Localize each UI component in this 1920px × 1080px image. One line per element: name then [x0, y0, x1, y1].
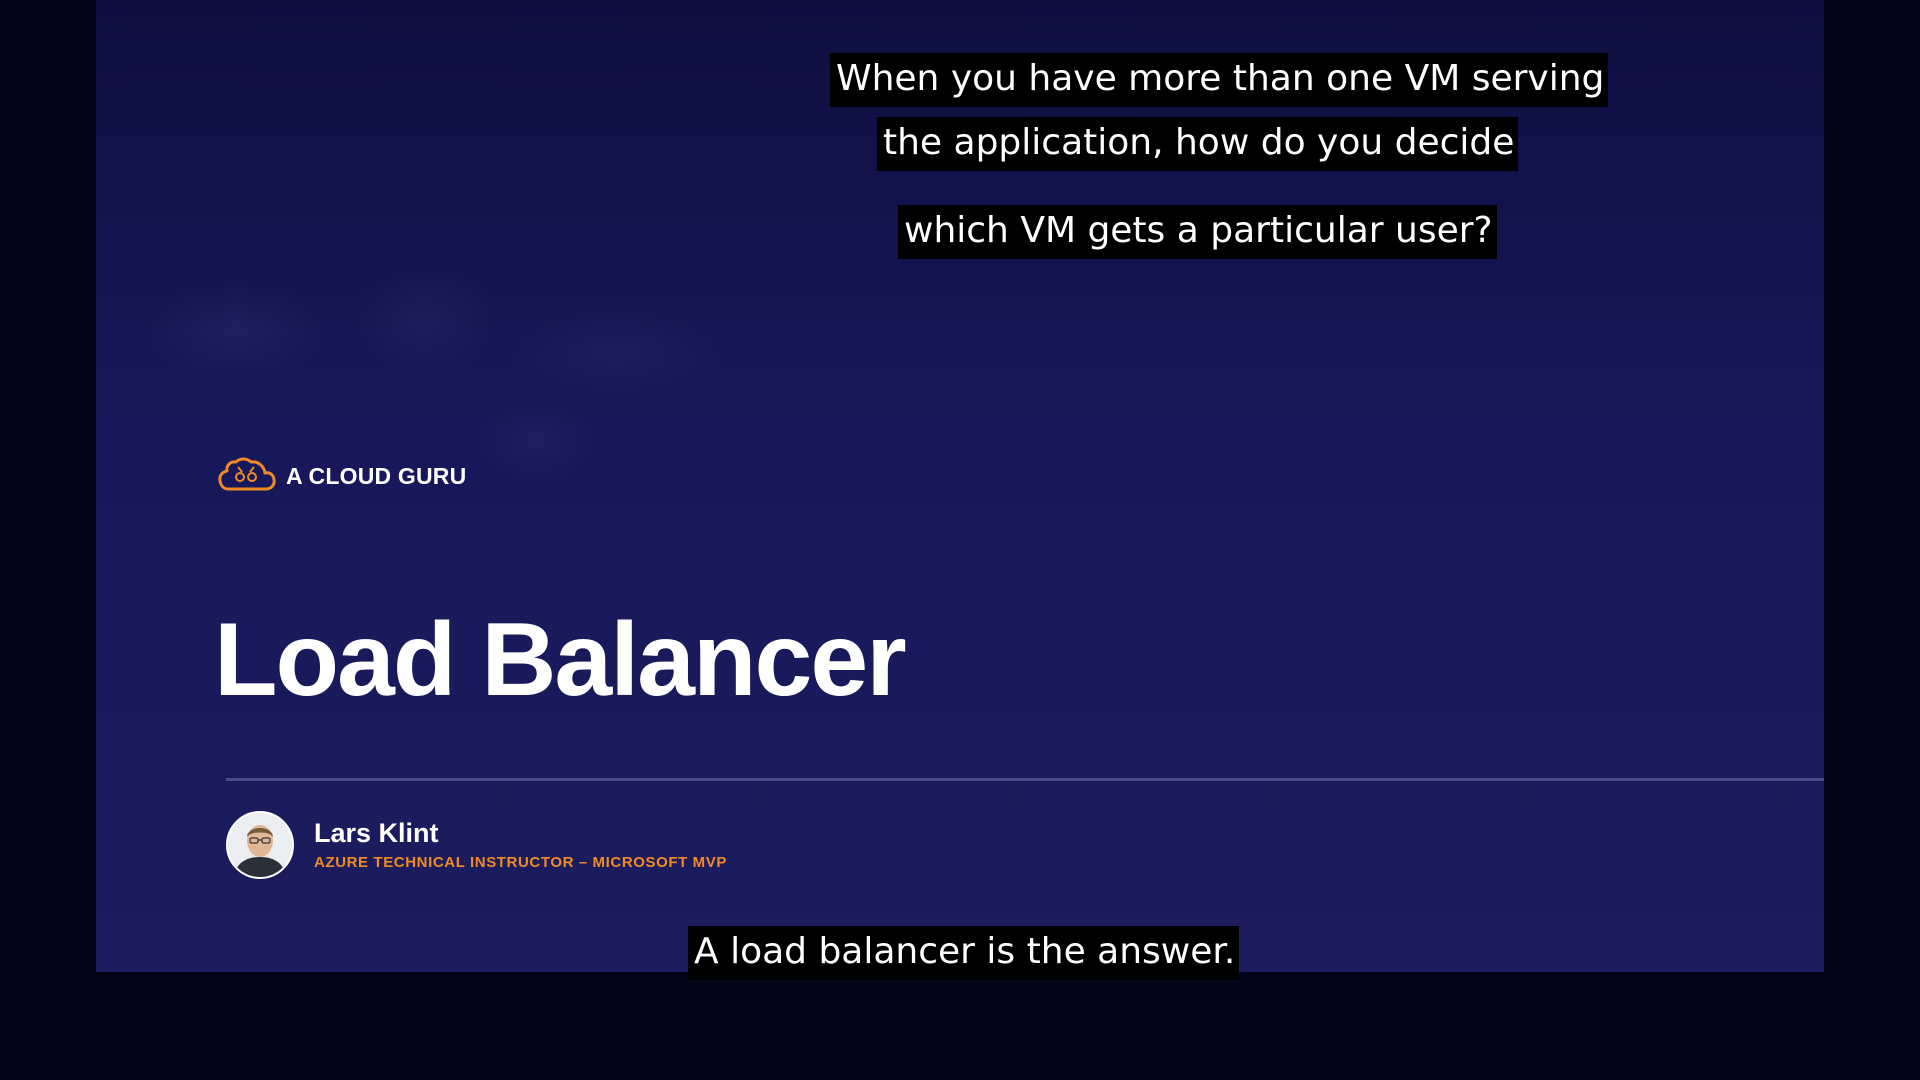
- subtitle-caption: A load balancer is the answer.: [688, 926, 1240, 980]
- divider-line: [226, 778, 1824, 781]
- caption-line: which VM gets a particular user?: [898, 205, 1497, 259]
- presenter-name: Lars Klint: [314, 817, 439, 848]
- cloud-guru-icon: [218, 456, 276, 496]
- presenter-block: Lars Klint AZURE TECHNICAL INSTRUCTOR – …: [226, 811, 727, 879]
- world-map-background: [96, 230, 816, 560]
- caption-line: When you have more than one VM serving: [830, 53, 1609, 107]
- slide-title: Load Balancer: [214, 602, 907, 718]
- brand-name: A CLOUD GURU: [286, 462, 467, 489]
- presenter-avatar: [226, 811, 294, 879]
- caption-line: the application, how do you decide: [877, 117, 1519, 171]
- presenter-info: Lars Klint AZURE TECHNICAL INSTRUCTOR – …: [314, 817, 727, 872]
- video-player-screen[interactable]: A CLOUD GURU Load Balancer Lars Klint AZ…: [0, 0, 1920, 1080]
- presenter-role: AZURE TECHNICAL INSTRUCTOR – MICROSOFT M…: [314, 854, 727, 872]
- brand-logo: A CLOUD GURU: [218, 456, 466, 496]
